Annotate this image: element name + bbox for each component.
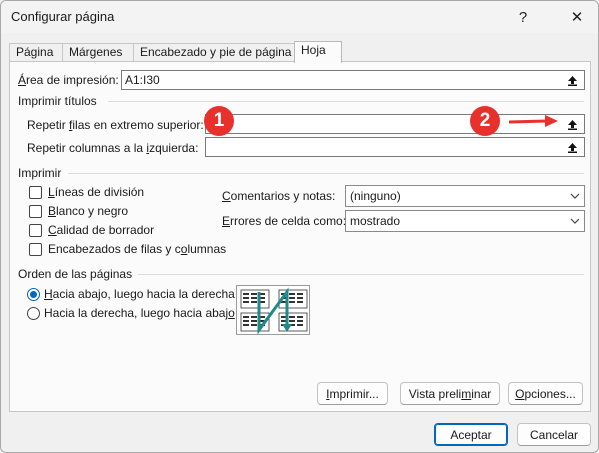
chevron-down-icon xyxy=(566,211,584,231)
errors-label: Errores de celda como: xyxy=(222,214,347,228)
gridlines-checkbox[interactable] xyxy=(29,186,42,199)
close-icon: ✕ xyxy=(570,9,584,26)
repeat-columns-label: Repetir columnas a la izquierda: xyxy=(27,141,199,155)
down-then-over-label: Hacia abajo, luego hacia la derecha xyxy=(44,287,235,301)
over-then-down-radio[interactable] xyxy=(27,307,40,320)
print-titles-heading: Imprimir títulos xyxy=(18,94,97,108)
page-setup-dialog: Configurar página ? ✕ Página Márgenes En… xyxy=(0,0,599,453)
over-then-down-label: Hacia la derecha, luego hacia abajo xyxy=(44,306,235,320)
row-col-headings-checkbox[interactable] xyxy=(29,243,42,256)
tab-pagina[interactable]: Página xyxy=(9,43,63,62)
chevron-down-icon xyxy=(566,186,584,206)
window-title: Configurar página xyxy=(11,9,115,24)
black-white-label: Blanco y negro xyxy=(48,204,129,218)
black-white-checkbox[interactable] xyxy=(29,205,42,218)
help-button[interactable]: ? xyxy=(503,1,543,33)
cancel-button[interactable]: Cancelar xyxy=(517,423,591,446)
draft-quality-label: Calidad de borrador xyxy=(48,223,155,237)
print-area-label: Área de impresión: xyxy=(18,73,119,87)
print-button[interactable]: Imprimir... xyxy=(317,382,388,405)
comments-label: Comentarios y notas: xyxy=(222,189,336,203)
draft-quality-checkbox[interactable] xyxy=(29,224,42,237)
separator xyxy=(138,274,584,275)
page-order-heading: Orden de las páginas xyxy=(18,267,133,281)
page-order-preview xyxy=(236,285,310,335)
gridlines-label: Líneas de división xyxy=(48,185,145,199)
errors-select[interactable]: mostrado xyxy=(345,210,585,232)
print-preview-button[interactable]: Vista preli m inar xyxy=(400,382,500,405)
separator xyxy=(108,101,584,102)
tab-encabezado[interactable]: Encabezado y pie de página xyxy=(133,43,295,62)
print-area-input[interactable]: A1:I30 xyxy=(121,70,585,90)
help-icon: ? xyxy=(518,8,528,26)
print-heading: Imprimir xyxy=(18,166,62,180)
collapse-arrow-icon xyxy=(568,75,577,86)
separator xyxy=(68,173,584,174)
tab-margenes[interactable]: Márgenes xyxy=(62,43,134,62)
row-col-headings-label: Encabezados de filas y columnas xyxy=(48,242,227,256)
comments-select[interactable]: (ninguno) xyxy=(345,185,585,207)
print-area-collapse-button[interactable] xyxy=(563,71,582,89)
close-button[interactable]: ✕ xyxy=(557,1,597,33)
down-then-over-radio[interactable] xyxy=(27,288,40,301)
accept-button[interactable]: Aceptar xyxy=(434,423,508,446)
options-button[interactable]: Opciones... xyxy=(508,382,583,405)
repeat-rows-collapse-button[interactable] xyxy=(563,115,582,133)
annotation-badge-1: 1 xyxy=(204,106,234,136)
tab-hoja[interactable]: Hoja xyxy=(294,41,342,63)
annotation-badge-2: 2 xyxy=(470,106,500,136)
repeat-rows-label: Repetir filas en extremo superior: xyxy=(27,118,204,132)
sheet-panel: Área de impresión: A1:I30 Imprimir títul… xyxy=(9,61,591,412)
annotation-arrow-icon xyxy=(508,115,558,127)
page-order-diagram-icon xyxy=(240,287,308,335)
collapse-arrow-icon xyxy=(568,119,577,130)
collapse-arrow-icon xyxy=(568,142,577,153)
repeat-columns-collapse-button[interactable] xyxy=(563,138,582,156)
repeat-columns-input[interactable] xyxy=(205,137,585,157)
title-bar: Configurar página ? ✕ xyxy=(1,1,598,33)
